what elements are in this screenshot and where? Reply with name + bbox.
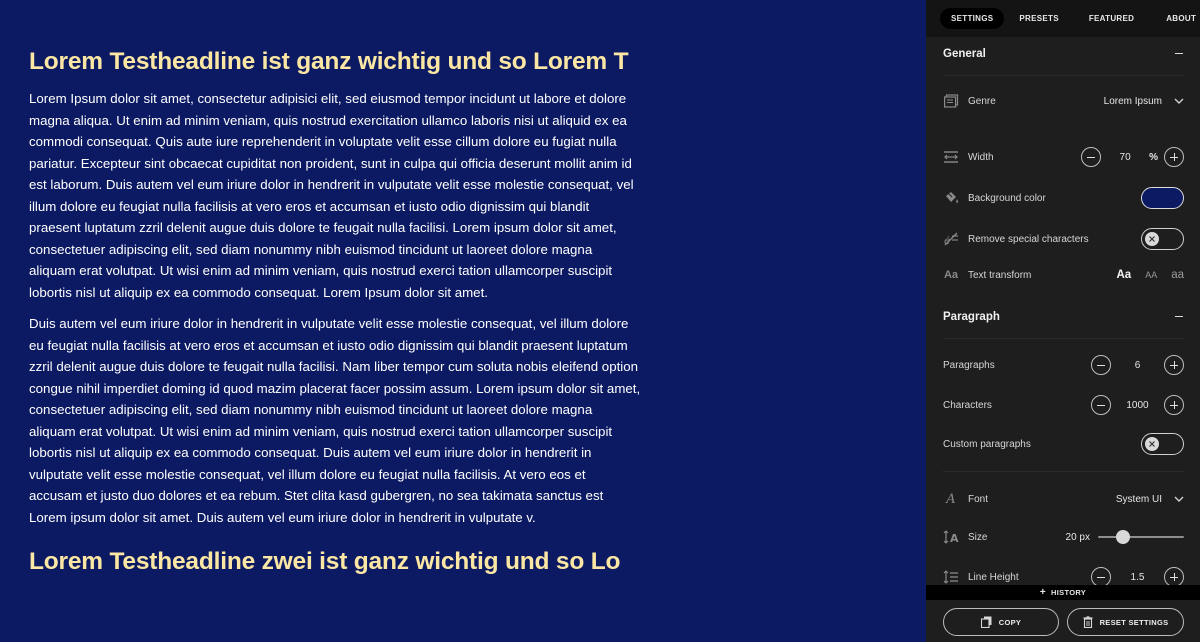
genre-row[interactable]: Genre Lorem Ipsum	[943, 88, 1184, 114]
width-row: Width 70 %	[943, 144, 1184, 170]
width-increase-button[interactable]	[1164, 147, 1184, 167]
trash-icon	[1083, 616, 1093, 628]
width-icon	[943, 149, 959, 165]
close-icon	[1145, 232, 1159, 246]
size-slider[interactable]	[1098, 530, 1184, 544]
history-toggle[interactable]: + HISTORY	[926, 585, 1200, 600]
font-label: Font	[968, 493, 989, 505]
close-icon	[1145, 437, 1159, 451]
paragraphs-label: Paragraphs	[943, 359, 995, 371]
reset-settings-label: RESET SETTINGS	[1099, 617, 1169, 627]
text-preview: Lorem Testheadline ist ganz wichtig und …	[0, 0, 926, 642]
paragraphs-row: Paragraphs 6	[943, 352, 1184, 378]
tab-settings[interactable]: SETTINGS	[940, 8, 1005, 29]
custom-paragraphs-label: Custom paragraphs	[943, 438, 1031, 450]
general-section-header: General	[943, 48, 1184, 60]
font-size-icon: A	[943, 529, 959, 545]
preview-paragraph: Duis autem vel eum iriure dolor in hendr…	[29, 316, 641, 525]
font-icon: A	[946, 491, 956, 507]
characters-value[interactable]: 1000	[1111, 400, 1164, 411]
size-label: Size	[968, 531, 988, 543]
characters-label: Characters	[943, 399, 992, 411]
paragraphs-value[interactable]: 6	[1111, 360, 1164, 371]
line-height-decrease-button[interactable]	[1091, 567, 1111, 587]
line-height-increase-button[interactable]	[1164, 567, 1184, 587]
size-row: A Size 20 px	[943, 524, 1184, 550]
size-value: 20 px	[1065, 531, 1090, 543]
transform-capitalize-option[interactable]: Aa	[1116, 269, 1131, 281]
copy-icon	[980, 616, 992, 628]
slider-track	[1098, 536, 1184, 538]
text-transform-icon: Aa	[943, 269, 959, 281]
remove-special-toggle[interactable]	[1141, 228, 1184, 250]
text-transform-label: Text transform	[968, 269, 1032, 281]
copy-label: COPY	[998, 617, 1022, 627]
characters-increase-button[interactable]	[1164, 395, 1184, 415]
divider	[943, 75, 1184, 76]
remove-special-label: Remove special characters	[968, 233, 1089, 245]
paragraphs-decrease-button[interactable]	[1091, 355, 1111, 375]
genre-value[interactable]: Lorem Ipsum	[1104, 96, 1162, 107]
width-label: Width	[968, 151, 994, 163]
tab-featured[interactable]: FEATURED	[1078, 8, 1145, 29]
custom-paragraphs-toggle[interactable]	[1141, 433, 1184, 455]
settings-panel: SETTINGS PRESETS FEATURED ABOUT General …	[926, 0, 1200, 642]
width-value[interactable]: 70	[1101, 152, 1149, 163]
line-height-icon	[943, 569, 959, 585]
line-height-value[interactable]: 1.5	[1111, 572, 1164, 583]
background-color-swatch[interactable]	[1141, 187, 1184, 209]
text-transform-row: Aa Text transform Aa AA aa	[943, 262, 1184, 288]
width-unit: %	[1149, 151, 1158, 163]
slider-thumb[interactable]	[1116, 530, 1130, 544]
characters-decrease-button[interactable]	[1091, 395, 1111, 415]
copy-button[interactable]: COPY	[943, 608, 1059, 636]
width-decrease-button[interactable]	[1081, 147, 1102, 167]
transform-lowercase-option[interactable]: aa	[1171, 269, 1184, 281]
collapse-icon[interactable]	[1174, 312, 1184, 322]
custom-paragraphs-row: Custom paragraphs	[943, 431, 1184, 457]
paragraph-section-header: Paragraph	[943, 311, 1184, 323]
tab-about[interactable]: ABOUT	[1155, 8, 1200, 29]
paragraphs-increase-button[interactable]	[1164, 355, 1184, 375]
general-section-title: General	[943, 48, 986, 60]
genre-label: Genre	[968, 95, 996, 107]
action-bar: COPY RESET SETTINGS	[926, 600, 1200, 642]
background-color-label: Background color	[968, 192, 1046, 204]
paragraph-section-title: Paragraph	[943, 311, 1000, 323]
chevron-down-icon[interactable]	[1174, 96, 1184, 106]
book-icon	[943, 93, 959, 109]
collapse-icon[interactable]	[1174, 49, 1184, 59]
preview-paragraph: Lorem Ipsum dolor sit amet, consectetur …	[29, 91, 634, 300]
transform-uppercase-option[interactable]: AA	[1145, 270, 1157, 280]
font-row[interactable]: A Font System UI	[943, 486, 1184, 512]
remove-special-row: é Remove special characters	[943, 226, 1184, 252]
divider	[943, 338, 1184, 339]
special-chars-icon: é	[943, 231, 959, 247]
preview-headline: Lorem Testheadline ist ganz wichtig und …	[29, 48, 629, 75]
preview-headline: Lorem Testheadline zwei ist ganz wichtig…	[29, 548, 621, 575]
history-label: HISTORY	[1051, 588, 1087, 597]
paint-bucket-icon	[943, 190, 959, 206]
line-height-label: Line Height	[968, 571, 1019, 583]
plus-icon: +	[1039, 586, 1047, 598]
characters-row: Characters 1000	[943, 392, 1184, 418]
tab-bar: SETTINGS PRESETS FEATURED ABOUT	[926, 0, 1200, 37]
font-value[interactable]: System UI	[1116, 494, 1162, 505]
chevron-down-icon[interactable]	[1174, 494, 1184, 504]
svg-text:A: A	[950, 532, 959, 544]
tab-presets[interactable]: PRESETS	[1008, 8, 1069, 29]
background-color-row: Background color	[943, 185, 1184, 211]
divider	[943, 471, 1184, 472]
reset-settings-button[interactable]: RESET SETTINGS	[1067, 608, 1184, 636]
